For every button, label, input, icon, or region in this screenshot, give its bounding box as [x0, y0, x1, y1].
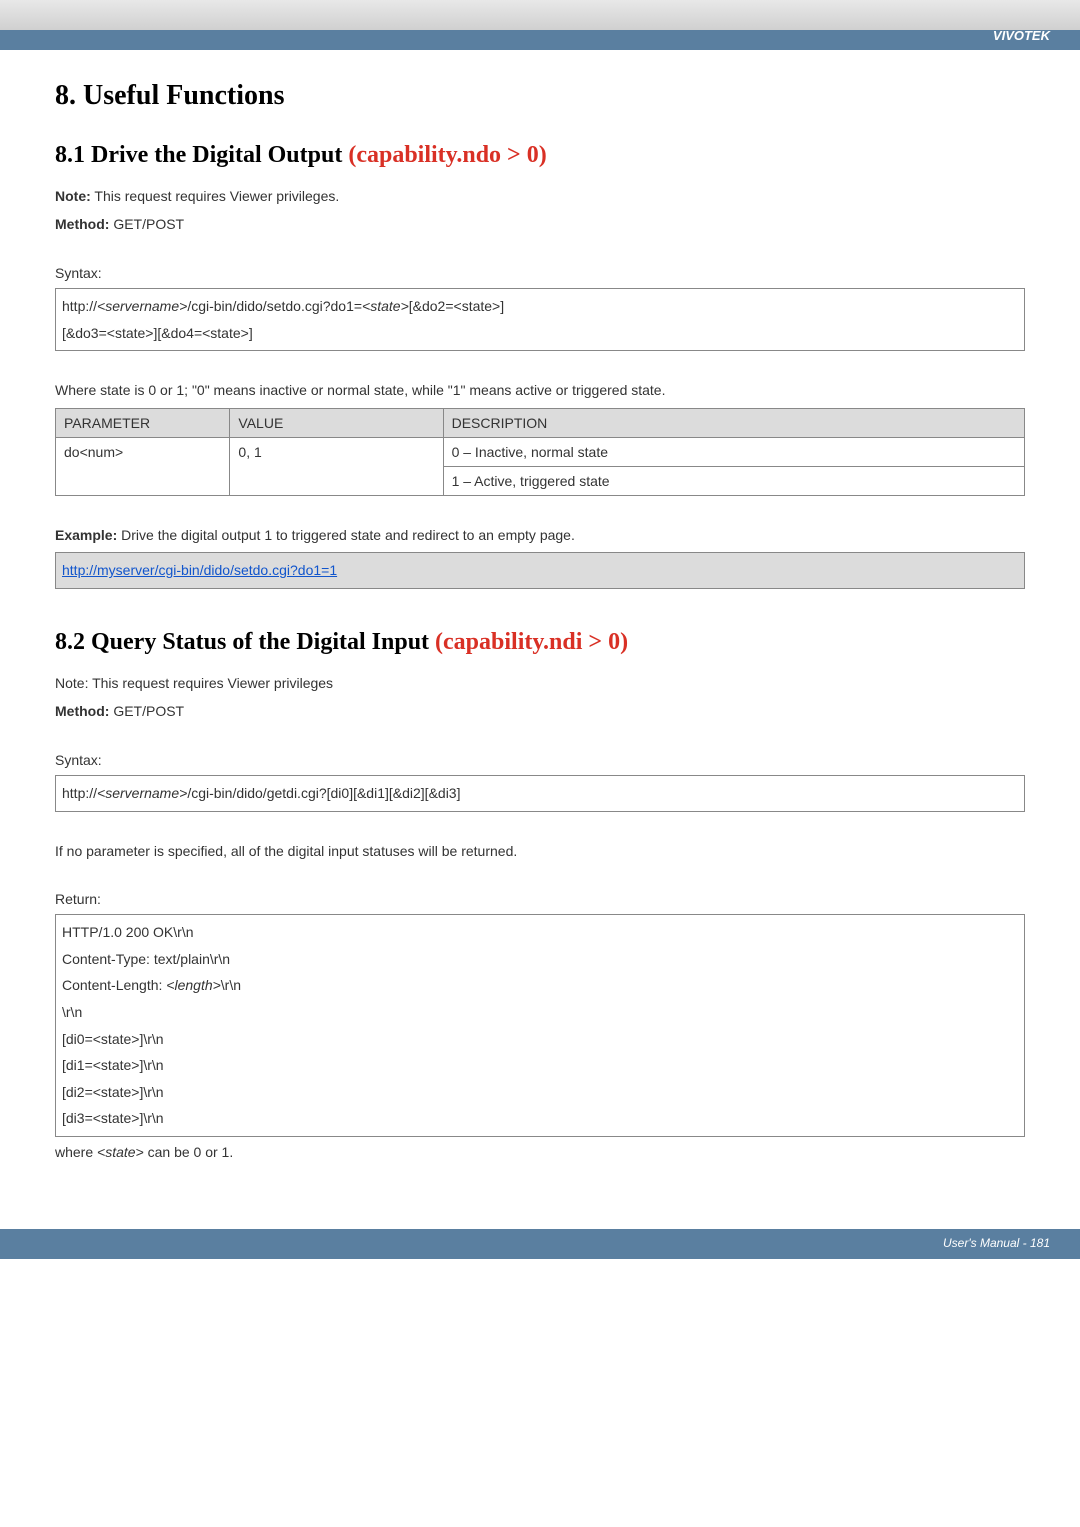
page-footer: User's Manual - 181	[0, 1229, 1080, 1259]
where-line: where <state> can be 0 or 1.	[55, 1141, 1025, 1163]
return-line: Content-Type: text/plain\r\n	[62, 946, 1018, 973]
return-box: HTTP/1.0 200 OK\r\n Content-Type: text/p…	[55, 914, 1025, 1137]
col-parameter: PARAMETER	[56, 408, 230, 437]
section-8-1-title: 8.1 Drive the Digital Output (capability…	[55, 142, 1025, 169]
no-param-text: If no parameter is specified, all of the…	[55, 840, 1025, 862]
page-content: 8. Useful Functions 8.1 Drive the Digita…	[0, 50, 1080, 1229]
note-label: Note:	[55, 188, 91, 204]
method-text: GET/POST	[109, 216, 184, 232]
section-8-2-title-text: 8.2 Query Status of the Digital Input	[55, 629, 435, 655]
syntax-label: Syntax:	[55, 262, 1025, 284]
return-line: Content-Length: <length>\r\n	[62, 972, 1018, 999]
syntax-box-82: http://<servername>/cgi-bin/dido/getdi.c…	[55, 775, 1025, 812]
note-line-82: Note: This request requires Viewer privi…	[55, 672, 1025, 694]
cell-parameter: do<num>	[56, 437, 230, 495]
note-text: This request requires Viewer privileges.	[91, 188, 340, 204]
example-link-box: http://myserver/cgi-bin/dido/setdo.cgi?d…	[55, 552, 1025, 589]
syntax-box-81: http://<servername>/cgi-bin/dido/setdo.c…	[55, 288, 1025, 351]
method-line-82: Method: GET/POST	[55, 700, 1025, 722]
syntax-line-2: [&do3=<state>][&do4=<state>]	[62, 320, 1018, 347]
example-line: Example: Drive the digital output 1 to t…	[55, 524, 1025, 546]
example-link[interactable]: http://myserver/cgi-bin/dido/setdo.cgi?d…	[62, 562, 337, 578]
method-line: Method: GET/POST	[55, 213, 1025, 235]
example-text: Drive the digital output 1 to triggered …	[117, 527, 575, 543]
syntax-label-82: Syntax:	[55, 749, 1025, 771]
capability-tag: (capability.ndo > 0)	[348, 142, 546, 168]
brand-logo: VIVOTEK	[993, 28, 1050, 43]
note-line: Note: This request requires Viewer privi…	[55, 185, 1025, 207]
col-value: VALUE	[230, 408, 443, 437]
syntax-line-1: http://<servername>/cgi-bin/dido/setdo.c…	[62, 293, 1018, 320]
page-header: VIVOTEK	[0, 0, 1080, 50]
table-row: do<num> 0, 1 0 – Inactive, normal state	[56, 437, 1025, 466]
chapter-title: 8. Useful Functions	[55, 80, 1025, 112]
section-8-2-title: 8.2 Query Status of the Digital Input (c…	[55, 629, 1025, 656]
return-line: HTTP/1.0 200 OK\r\n	[62, 919, 1018, 946]
method-text: GET/POST	[109, 703, 184, 719]
section-8-1-title-text: 8.1 Drive the Digital Output	[55, 142, 348, 168]
table-header-row: PARAMETER VALUE DESCRIPTION	[56, 408, 1025, 437]
cell-desc-1: 0 – Inactive, normal state	[443, 437, 1024, 466]
example-label: Example:	[55, 527, 117, 543]
col-description: DESCRIPTION	[443, 408, 1024, 437]
capability-tag: (capability.ndi > 0)	[435, 629, 628, 655]
cell-desc-2: 1 – Active, triggered state	[443, 466, 1024, 495]
return-line: [di2=<state>]\r\n	[62, 1079, 1018, 1106]
return-line: [di1=<state>]\r\n	[62, 1052, 1018, 1079]
parameter-table-81: PARAMETER VALUE DESCRIPTION do<num> 0, 1…	[55, 408, 1025, 496]
return-line: [di3=<state>]\r\n	[62, 1105, 1018, 1132]
return-line: \r\n	[62, 999, 1018, 1026]
state-explanation: Where state is 0 or 1; "0" means inactiv…	[55, 379, 1025, 401]
return-label: Return:	[55, 888, 1025, 910]
footer-text: User's Manual - 181	[943, 1236, 1050, 1250]
return-line: [di0=<state>]\r\n	[62, 1026, 1018, 1053]
method-label: Method:	[55, 703, 109, 719]
method-label: Method:	[55, 216, 109, 232]
cell-value: 0, 1	[230, 437, 443, 495]
